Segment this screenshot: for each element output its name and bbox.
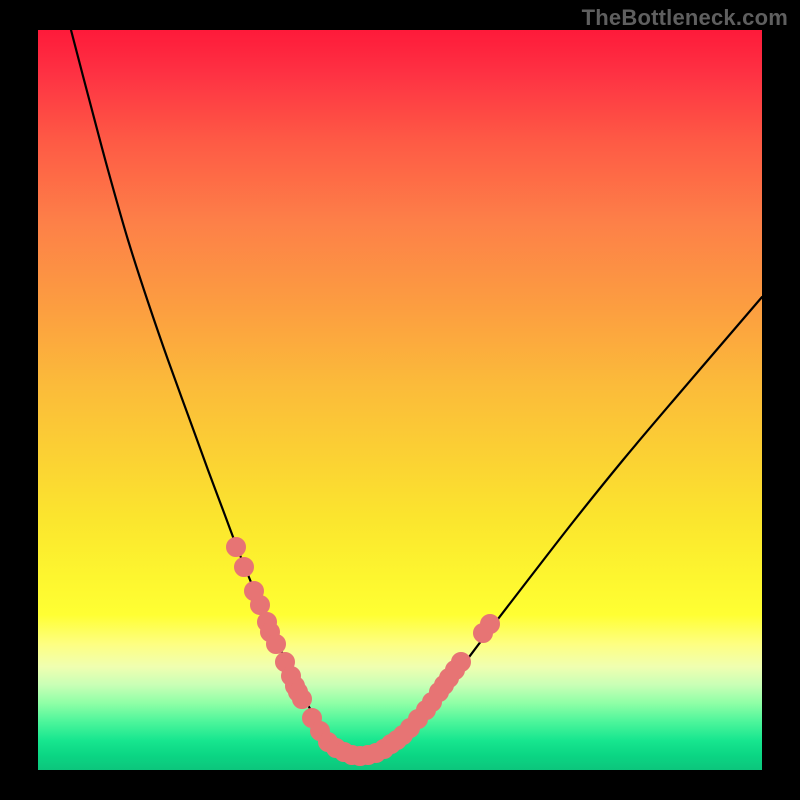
data-marker <box>481 615 500 634</box>
watermark-text: TheBottleneck.com <box>582 5 788 31</box>
data-marker <box>452 653 471 672</box>
data-marker <box>267 635 286 654</box>
data-marker <box>235 558 254 577</box>
chart-svg <box>38 30 762 770</box>
bottleneck-curve <box>71 30 762 755</box>
data-marker <box>227 538 246 557</box>
plot-area <box>38 30 762 770</box>
chart-frame: TheBottleneck.com <box>0 0 800 800</box>
data-marker <box>293 690 312 709</box>
marker-group <box>227 538 500 766</box>
data-marker <box>251 596 270 615</box>
